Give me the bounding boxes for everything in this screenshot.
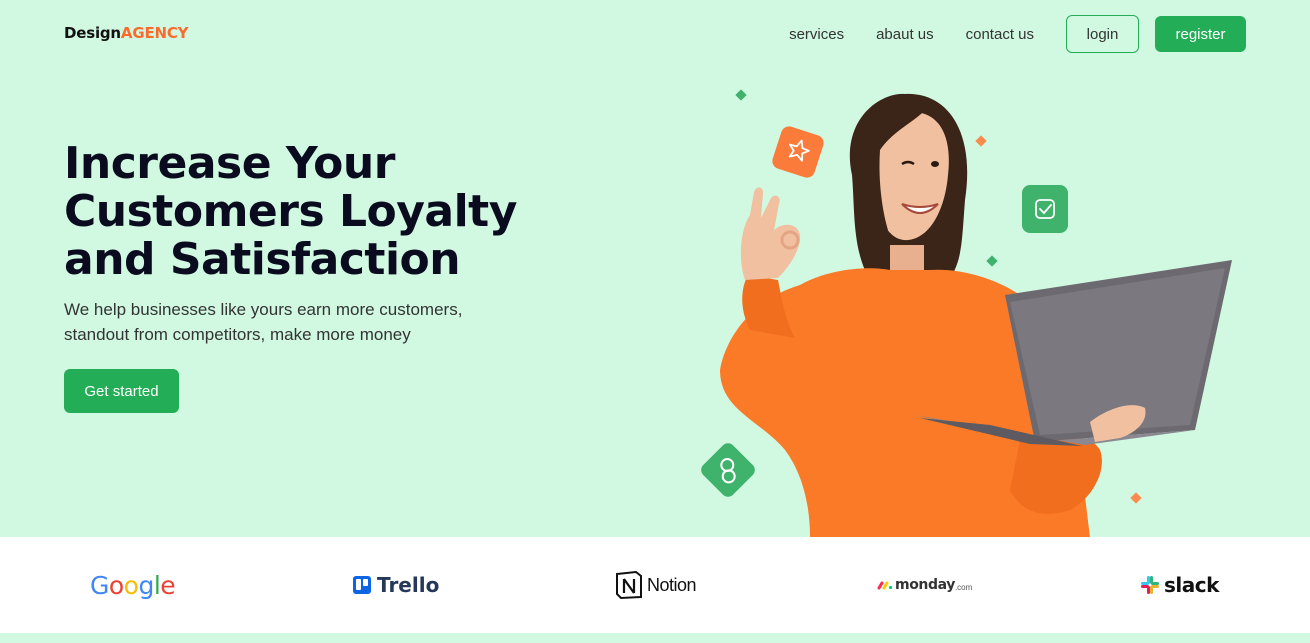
notion-logo: Notion — [614, 537, 697, 633]
bottom-strip — [0, 633, 1310, 643]
hero-subtitle: We help businesses like yours earn more … — [64, 297, 504, 347]
partner-logos-bar: Google Trello Notion monday .com slack — [0, 537, 1310, 633]
check-badge-icon — [1022, 185, 1068, 233]
google-logo-text: Google — [90, 570, 176, 600]
deco-diamond — [986, 255, 998, 267]
brand-name-part2: AGENCY — [120, 24, 189, 42]
brand-logo[interactable]: DesignAGENCY — [64, 24, 189, 42]
slack-logo: slack — [1140, 537, 1219, 633]
brand-name-part1: Design — [64, 24, 121, 42]
headline-line-2: Customers Loyalty — [64, 186, 517, 237]
notion-logo-text: Notion — [647, 574, 697, 595]
notion-icon — [616, 570, 642, 600]
hero-section: DesignAGENCY services abaut us contact u… — [0, 0, 1310, 537]
get-started-button[interactable]: Get started — [64, 369, 179, 413]
monday-icon — [877, 581, 893, 590]
nav-link-about[interactable]: abaut us — [876, 26, 934, 43]
slack-logo-text: slack — [1164, 573, 1219, 597]
monday-logo-suffix: .com — [954, 583, 973, 592]
headline-line-1: Increase Your — [64, 138, 395, 189]
subtitle-line-2: standout from competitors, make more mon… — [64, 325, 411, 344]
headline-line-3: and Satisfaction — [64, 234, 461, 285]
deco-diamond — [975, 135, 987, 147]
ok-hand-icon — [740, 187, 801, 280]
nav-link-contact[interactable]: contact us — [966, 26, 1034, 43]
monday-logo-text: monday — [895, 577, 955, 593]
top-nav: services abaut us contact us login regis… — [789, 15, 1246, 53]
trello-icon — [353, 576, 371, 594]
login-button[interactable]: login — [1066, 15, 1139, 53]
link-badge-icon — [701, 443, 755, 497]
trello-logo-text: Trello — [377, 573, 440, 597]
star-badge-icon — [772, 126, 824, 178]
nav-link-services[interactable]: services — [789, 26, 844, 43]
monday-logo: monday .com — [877, 537, 972, 633]
trello-logo: Trello — [353, 537, 439, 633]
hero-illustration — [701, 89, 1232, 537]
deco-diamond — [735, 89, 747, 101]
register-button[interactable]: register — [1155, 16, 1246, 52]
slack-icon — [1141, 576, 1159, 594]
hero-headline: Increase Your Customers Loyalty and Sati… — [64, 140, 584, 284]
google-logo: Google — [90, 537, 176, 633]
subtitle-line-1: We help businesses like yours earn more … — [64, 300, 463, 319]
deco-diamond — [1130, 492, 1142, 504]
